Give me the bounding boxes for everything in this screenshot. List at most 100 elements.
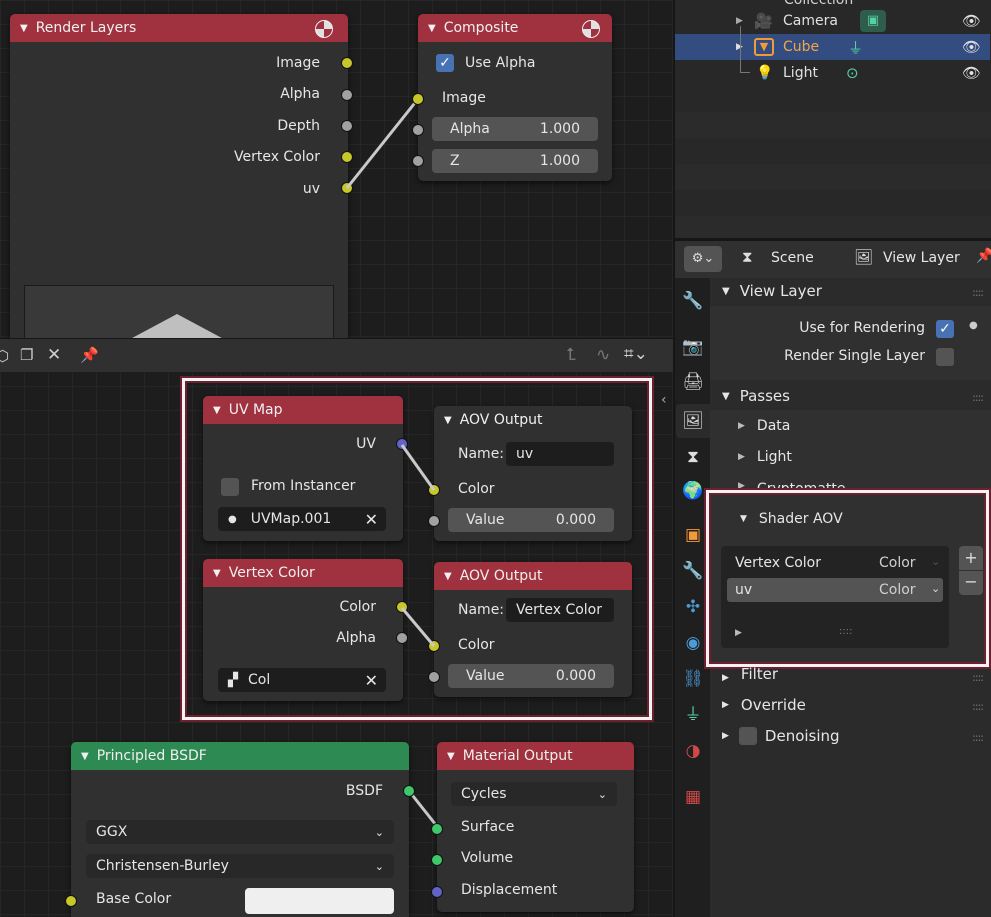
alpha-field[interactable]: Alpha 1.000	[432, 117, 598, 141]
passes-light-subpanel[interactable]: ▶ Light	[738, 449, 792, 465]
visibility-eye-icon[interactable]: 👁	[962, 38, 981, 56]
properties-tab-bar: 🔧 📷 🖨 🖼 ⧗ 🌍 ▣ 🔧 ✣ ◉ ⛓ ⏚ ◑ ▦	[674, 278, 710, 917]
material-output-node[interactable]: ▼ Material Output Cycles ⌄ Surface Volum…	[431, 742, 634, 912]
base-color-swatch[interactable]	[245, 888, 394, 914]
node-title: Material Output	[462, 748, 573, 764]
denoising-panel-header[interactable]: ▶ Denoising	[722, 727, 840, 745]
view-layer-tab-icon[interactable]: 🖼	[676, 404, 710, 438]
distribution-value: GGX	[96, 824, 128, 840]
tree-line-h	[740, 72, 750, 73]
z-field[interactable]: Z 1.000	[432, 149, 598, 173]
view-layer-panel-header[interactable]: ▼ View Layer	[722, 282, 822, 300]
denoising-checkbox[interactable]	[738, 727, 757, 745]
input-image-label: Image	[442, 90, 486, 106]
scene-label[interactable]: Scene	[771, 250, 814, 266]
view-layer-label[interactable]: View Layer	[883, 250, 960, 266]
panel-expand-icon: ▼	[722, 285, 730, 297]
composite-header[interactable]: ▼ Composite	[418, 14, 612, 42]
collapse-triangle-icon[interactable]: ▼	[447, 751, 455, 762]
displacement-socket[interactable]	[431, 886, 443, 898]
drag-grip-icon[interactable]: ::::	[972, 700, 984, 713]
material-tab-icon[interactable]: ◑	[682, 740, 704, 762]
outliner-row-camera[interactable]: ▶ 🎥 Camera ▣ 👁	[674, 8, 990, 34]
drag-grip-icon[interactable]: ::::	[972, 286, 984, 299]
compositor-editor[interactable]: ▼ Render Layers Image Alpha Depth Vertex…	[0, 0, 674, 355]
render-single-layer-label: Render Single Layer	[784, 348, 925, 364]
subsurface-method-select[interactable]: Christensen-Burley ⌄	[86, 854, 394, 878]
override-panel-header[interactable]: ▶ Override	[722, 696, 806, 714]
input-image-socket[interactable]	[412, 93, 424, 105]
outliner-rows-bg	[674, 86, 991, 240]
use-alpha-checkbox[interactable]: ✓	[436, 54, 454, 72]
modifier-tab-icon[interactable]: 🔧	[682, 560, 704, 582]
object-tab-icon[interactable]: ▣	[682, 524, 704, 546]
outliner[interactable]: Collection ▶ 🎥 Camera ▣ 👁 ▶ ▼ Cube ⏚ 👁 💡…	[674, 0, 991, 240]
camera-data-icon[interactable]: ▣	[860, 10, 886, 32]
principled-bsdf-node[interactable]: ▼ Principled BSDF BSDF GGX ⌄ Christensen…	[65, 742, 415, 917]
camera-label: Camera	[783, 13, 838, 29]
highlight-frame-nodes	[182, 378, 652, 720]
expand-arrow-icon[interactable]: ▶	[736, 16, 743, 26]
use-for-rendering-checkbox[interactable]: ✓	[936, 320, 954, 338]
drag-grip-icon[interactable]: ::::	[972, 671, 984, 684]
subpanel-title: Data	[756, 418, 791, 434]
collapse-triangle-icon[interactable]: ▼	[81, 751, 89, 762]
filter-panel-header[interactable]: ▶ Filter	[722, 667, 778, 683]
drag-grip-icon[interactable]: ::::	[972, 391, 984, 404]
scene-icon: ⧗	[742, 248, 753, 266]
particles-tab-icon[interactable]: ✣	[682, 596, 704, 618]
principled-bsdf-header[interactable]: ▼ Principled BSDF	[71, 742, 409, 770]
passes-panel-header[interactable]: ▼ Passes	[722, 387, 790, 405]
collapse-triangle-icon[interactable]: ▼	[428, 23, 436, 34]
input-alpha-socket[interactable]	[412, 124, 424, 136]
material-output-header[interactable]: ▼ Material Output	[437, 742, 634, 770]
panel-title: Override	[740, 696, 806, 714]
highlight-frame-shader-aov	[706, 490, 989, 667]
bsdf-output-socket[interactable]	[403, 785, 415, 797]
world-tab-icon[interactable]: 🌍	[682, 480, 704, 502]
mesh-data-icon[interactable]: ⏚	[848, 37, 863, 58]
view-layer-panel-body	[710, 306, 991, 380]
editor-type-icon[interactable]: ⚙⌄	[684, 246, 722, 272]
keyframe-dot-icon[interactable]: ●	[969, 320, 978, 331]
pin-icon[interactable]: 📌	[976, 248, 991, 264]
subsurface-value: Christensen-Burley	[96, 858, 229, 874]
camera-object-icon: 🎥	[754, 12, 773, 30]
volume-socket[interactable]	[431, 854, 443, 866]
tool-tab-icon[interactable]: 🔧	[682, 290, 704, 312]
constraints-tab-icon[interactable]: ⛓	[682, 668, 704, 690]
panel-title: Filter	[740, 667, 779, 683]
input-z-socket[interactable]	[412, 155, 424, 167]
scene-tab-icon[interactable]: ⧗	[682, 446, 704, 468]
composite-render-icon	[582, 20, 600, 38]
properties-editor[interactable]: ⚙⌄ ⧗ Scene 🖼 View Layer 📌 🔧 📷 🖨 🖼 ⧗ 🌍 ▣ …	[674, 240, 991, 917]
visibility-eye-icon[interactable]: 👁	[962, 64, 981, 82]
base-color-socket[interactable]	[65, 895, 77, 907]
data-tab-icon[interactable]: ⏚	[682, 704, 704, 726]
distribution-select[interactable]: GGX ⌄	[86, 820, 394, 844]
passes-data-subpanel[interactable]: ▶ Data	[738, 418, 790, 434]
chevron-down-icon: ⌄	[374, 825, 384, 839]
shader-editor[interactable]: ⬡ ❐ ✕ 📌 ⮤ ∿ ⌗⌄ ‹ ▼ UV Map UV From Instan…	[0, 338, 674, 917]
outliner-properties-divider[interactable]	[674, 238, 991, 241]
composite-node[interactable]: ▼ Composite ✓ Use Alpha Image Alpha 1.00…	[412, 14, 612, 181]
light-label: Light	[783, 65, 818, 81]
outliner-row-cube[interactable]: ▶ ▼ Cube ⏚ 👁	[674, 34, 990, 60]
light-data-icon[interactable]: ⊙	[846, 64, 859, 82]
base-color-label: Base Color	[96, 891, 172, 907]
use-for-rendering-label: Use for Rendering	[799, 320, 925, 336]
drag-grip-icon[interactable]: ::::	[972, 731, 984, 744]
render-target-select[interactable]: Cycles ⌄	[451, 782, 617, 806]
physics-tab-icon[interactable]: ◉	[682, 632, 704, 654]
displacement-label: Displacement	[461, 882, 558, 898]
surface-socket[interactable]	[431, 823, 443, 835]
cube-label: Cube	[783, 39, 820, 55]
outliner-row-light[interactable]: 💡 Light ⊙ 👁	[674, 26, 990, 86]
output-tab-icon[interactable]: 🖨	[682, 371, 704, 393]
render-tab-icon[interactable]: 📷	[682, 336, 704, 358]
vertical-divider[interactable]	[673, 0, 675, 917]
visibility-eye-icon[interactable]: 👁	[962, 12, 981, 30]
alpha-label: Alpha	[450, 121, 490, 137]
render-single-layer-checkbox[interactable]	[936, 348, 954, 366]
texture-tab-icon[interactable]: ▦	[682, 786, 704, 808]
